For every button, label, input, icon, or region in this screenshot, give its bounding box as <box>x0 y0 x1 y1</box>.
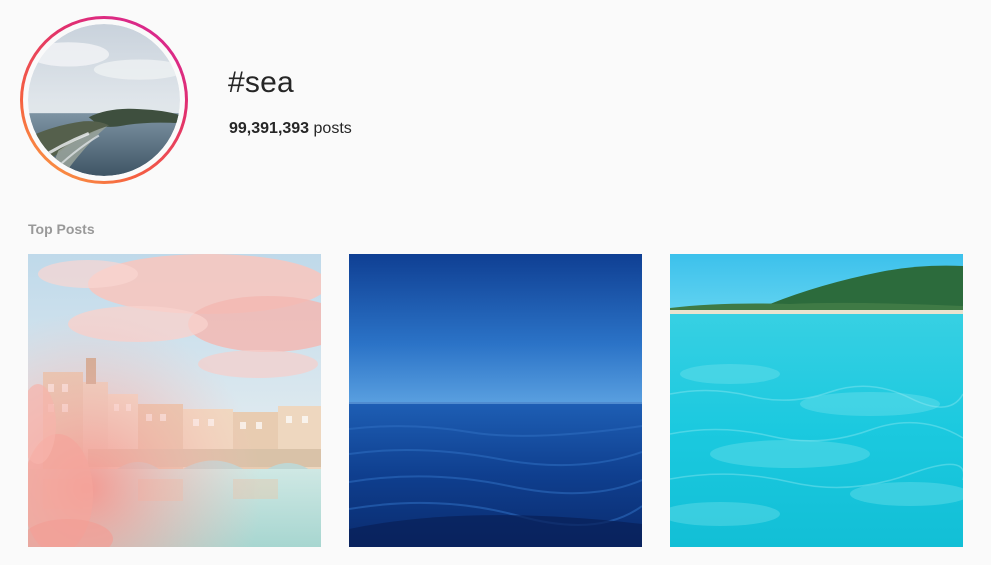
post-tile-deep-blue-sea[interactable] <box>349 254 642 547</box>
post-image <box>670 254 963 547</box>
post-tile-florence-bridge[interactable] <box>28 254 321 547</box>
post-count-suffix: posts <box>313 120 352 137</box>
top-posts-grid <box>28 254 963 547</box>
post-image <box>349 254 642 547</box>
post-count: 99,391,393 posts <box>229 119 352 139</box>
top-posts-label: Top Posts <box>28 221 95 237</box>
post-image <box>28 254 321 547</box>
hashtag-title: #sea <box>228 66 294 99</box>
hashtag-header: #sea 99,391,393 posts <box>20 16 971 184</box>
hashtag-avatar[interactable] <box>20 16 188 184</box>
post-tile-turquoise-water[interactable] <box>670 254 963 547</box>
post-count-value: 99,391,393 <box>229 120 310 137</box>
avatar-image <box>28 24 180 176</box>
